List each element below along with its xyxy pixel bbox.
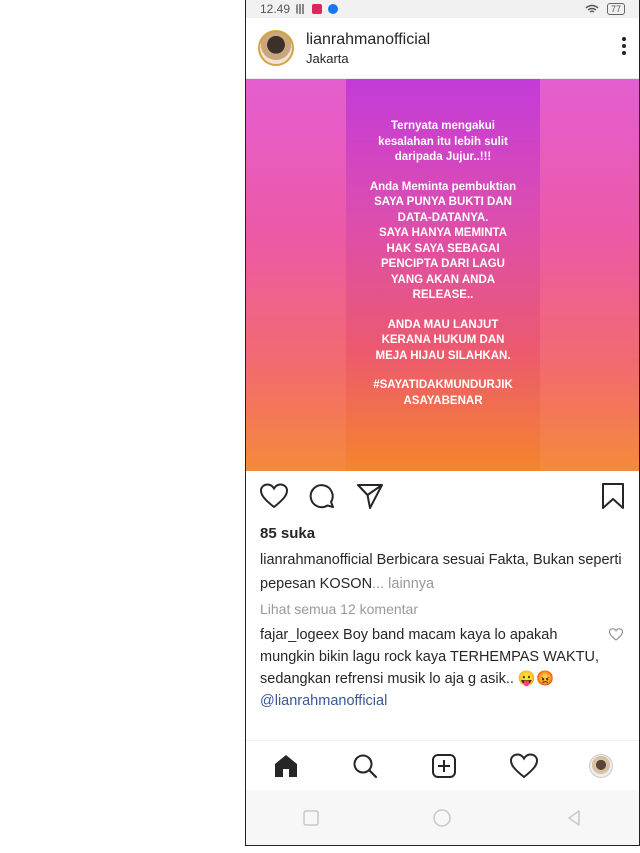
facebook-notification-icon <box>328 4 339 14</box>
battery-indicator: 77 <box>606 3 625 15</box>
caption-more-link[interactable]: ... lainnya <box>372 576 434 592</box>
status-time: 12.49 <box>260 2 291 16</box>
post-caption: lianrahmanofficial Berbicara sesuai Fakt… <box>246 548 639 596</box>
bottom-navigation <box>246 740 639 791</box>
like-count[interactable]: 85 suka <box>246 525 639 542</box>
bookmark-icon[interactable] <box>601 482 625 510</box>
more-options-icon[interactable] <box>621 36 627 60</box>
caption-username[interactable]: lianrahmanofficial <box>260 552 373 568</box>
search-icon[interactable] <box>351 752 379 780</box>
image-text-paragraph-1: Ternyata mengakui kesalahan itu lebih su… <box>378 120 508 163</box>
post-username[interactable]: lianrahmanofficial <box>306 31 430 49</box>
post-location[interactable]: Jakarta <box>306 51 430 66</box>
recent-apps-icon[interactable] <box>302 809 320 827</box>
back-icon[interactable] <box>565 809 583 827</box>
signal-icon <box>296 4 307 14</box>
share-icon[interactable] <box>356 482 384 510</box>
post-image[interactable]: Ternyata mengakui kesalahan itu lebih su… <box>246 79 639 471</box>
activity-heart-icon[interactable] <box>509 753 538 779</box>
image-text-paragraph-4: #SAYATIDAKMUNDURJIK ASAYABENAR <box>373 379 513 407</box>
home-icon[interactable] <box>272 752 300 780</box>
post-actions <box>246 471 639 521</box>
notification-app-icon <box>312 4 323 14</box>
post-header: lianrahmanofficial Jakarta <box>246 18 639 79</box>
comment-icon[interactable] <box>308 482 336 510</box>
phone-screen: 12.49 77 lianrahmanofficial Jakarta Tern… <box>245 0 640 846</box>
system-navigation-bar <box>246 790 639 845</box>
status-bar: 12.49 77 <box>246 0 639 18</box>
home-circle-icon[interactable] <box>432 808 452 828</box>
image-text-paragraph-3: ANDA MAU LANJUT KERANA HUKUM DAN MEJA HI… <box>375 318 511 362</box>
view-all-comments-link[interactable]: Lihat semua 12 komentar <box>246 598 639 620</box>
image-text-paragraph-2: Anda Meminta pembuktian SAYA PUNYA BUKTI… <box>369 180 517 302</box>
wifi-icon <box>585 4 599 13</box>
heart-icon[interactable] <box>260 483 288 509</box>
comment-item: fajar_logeex Boy band macam kaya lo apak… <box>246 624 639 712</box>
add-post-icon[interactable] <box>430 752 458 780</box>
post-image-text: Ternyata mengakui kesalahan itu lebih su… <box>346 119 540 423</box>
comment-mention[interactable]: @lianrahmanofficial <box>260 693 387 709</box>
comment-username[interactable]: fajar_logeex <box>260 627 339 643</box>
comment-like-icon[interactable] <box>609 628 623 641</box>
avatar[interactable] <box>258 30 294 66</box>
profile-avatar[interactable] <box>589 754 614 778</box>
